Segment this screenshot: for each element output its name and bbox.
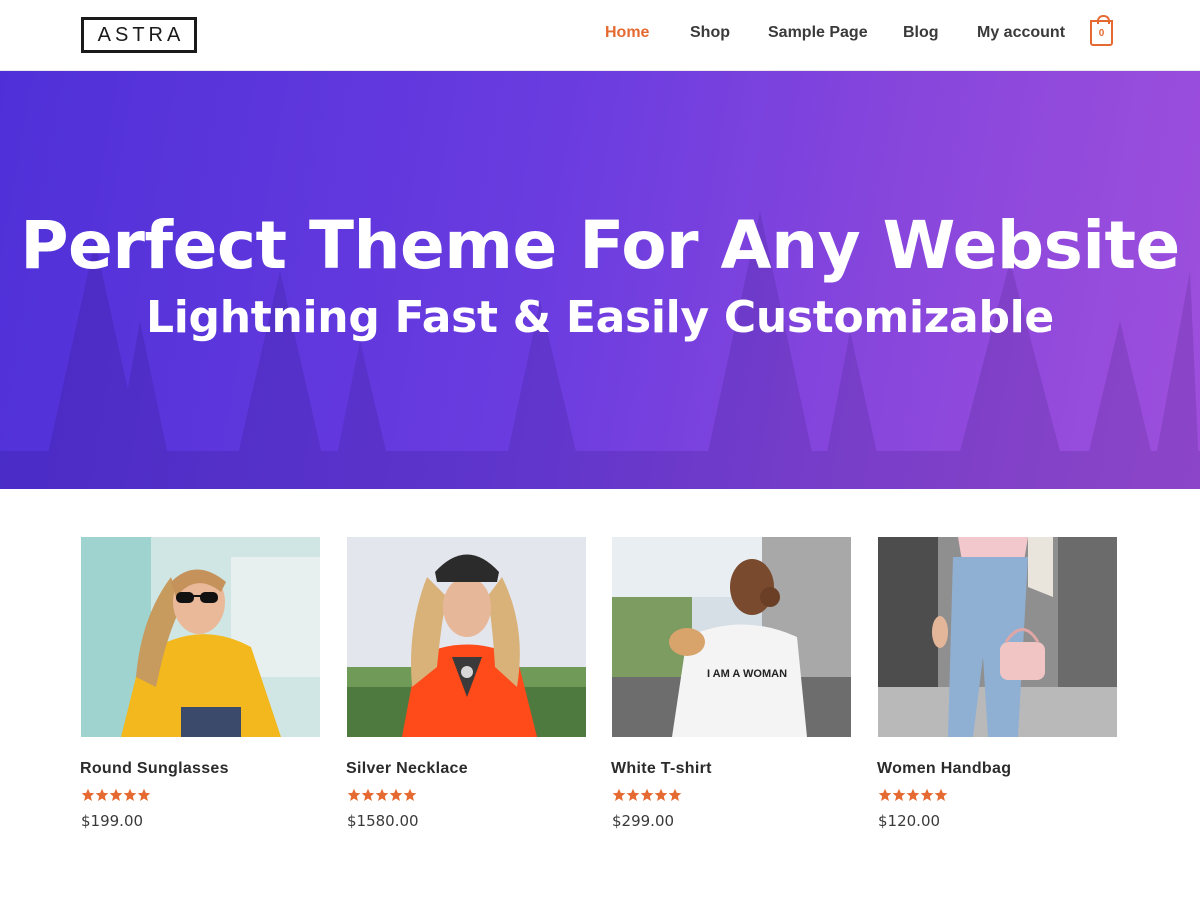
hero-subtitle: Lightning Fast & Easily Customizable [146, 292, 1054, 343]
star-icon [347, 788, 361, 801]
logo-text: ASTRA [97, 23, 185, 46]
product-card: I AM A WOMAN White T-shirt $299.00 [611, 537, 851, 830]
star-icon [123, 788, 137, 801]
product-card: Silver Necklace $1580.00 [346, 537, 586, 830]
star-rating [347, 788, 417, 804]
star-rating [612, 788, 682, 804]
product-name[interactable]: White T-shirt [611, 760, 712, 778]
cart-icon[interactable]: 0 [1090, 15, 1113, 46]
star-icon [934, 788, 948, 801]
product-image-women-handbag[interactable] [878, 537, 1117, 737]
nav-item-sample-page[interactable]: Sample Page [768, 24, 868, 42]
product-name[interactable]: Silver Necklace [346, 760, 468, 778]
product-card: Round Sunglasses $199.00 [80, 537, 320, 830]
star-icon [654, 788, 668, 801]
star-icon [375, 788, 389, 801]
product-price: $199.00 [81, 812, 144, 830]
star-icon [95, 788, 109, 801]
star-icon [640, 788, 654, 801]
product-card: Women Handbag $120.00 [877, 537, 1117, 830]
star-icon [403, 788, 417, 801]
cart-count: 0 [1098, 27, 1105, 39]
star-icon [668, 788, 682, 801]
hero-title: Perfect Theme For Any Website [20, 207, 1180, 284]
product-price: $120.00 [878, 812, 941, 830]
star-icon [389, 788, 403, 801]
tshirt-print-text: I AM A WOMAN [707, 668, 787, 680]
star-icon [109, 788, 123, 801]
star-icon [361, 788, 375, 801]
site-header: ASTRA Home Shop Sample Page Blog My acco… [0, 0, 1200, 71]
product-image-round-sunglasses[interactable] [81, 537, 320, 737]
star-icon [920, 788, 934, 801]
star-icon [626, 788, 640, 801]
star-rating [81, 788, 151, 804]
product-name[interactable]: Women Handbag [877, 760, 1011, 778]
product-price: $1580.00 [347, 812, 419, 830]
product-name[interactable]: Round Sunglasses [80, 760, 229, 778]
hero-banner: Perfect Theme For Any Website Lightning … [0, 71, 1200, 489]
star-icon [81, 788, 95, 801]
star-icon [137, 788, 151, 801]
product-image-white-t-shirt[interactable]: I AM A WOMAN [612, 537, 851, 737]
star-icon [612, 788, 626, 801]
star-rating [878, 788, 948, 804]
star-icon [906, 788, 920, 801]
nav-item-shop[interactable]: Shop [690, 24, 730, 42]
star-icon [878, 788, 892, 801]
nav-item-home[interactable]: Home [605, 24, 649, 42]
nav-item-blog[interactable]: Blog [903, 24, 939, 42]
star-icon [892, 788, 906, 801]
product-price: $299.00 [612, 812, 675, 830]
site-logo[interactable]: ASTRA [81, 17, 197, 53]
nav-item-my-account[interactable]: My account [977, 24, 1065, 42]
product-image-silver-necklace[interactable] [347, 537, 586, 737]
